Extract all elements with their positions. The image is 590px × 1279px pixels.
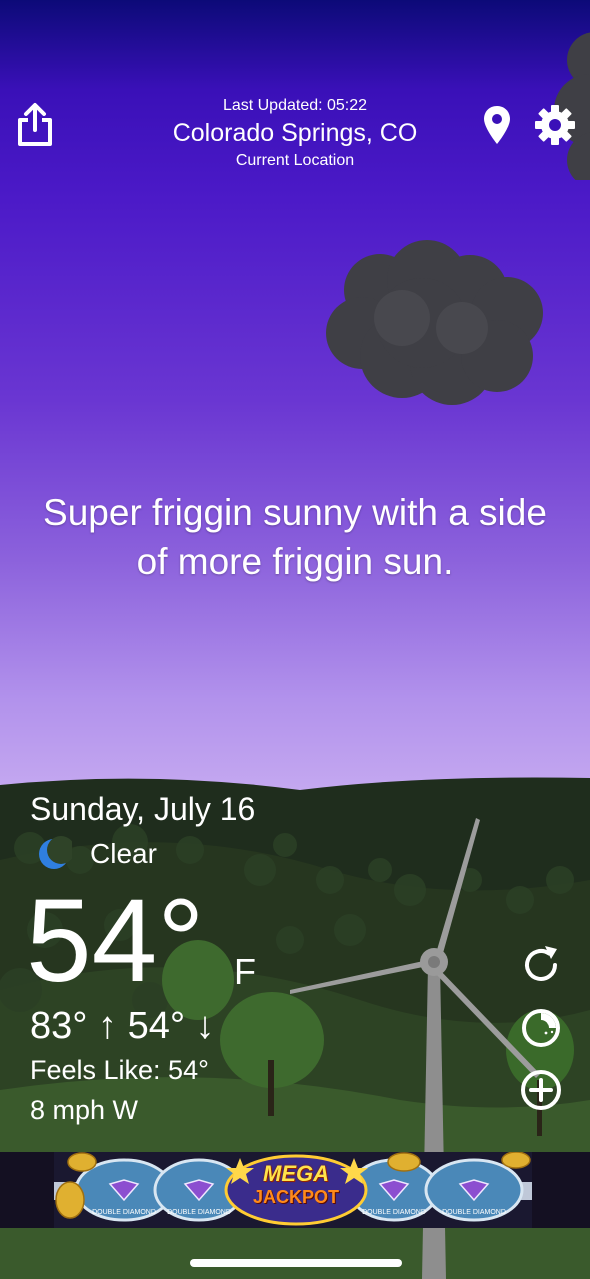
reel-label: DOUBLE DIAMOND bbox=[167, 1209, 231, 1216]
plus-circle-icon[interactable] bbox=[519, 1068, 563, 1112]
radar-icon[interactable] bbox=[519, 1006, 563, 1050]
last-updated-text: Last Updated: 05:22 bbox=[222, 97, 368, 114]
current-temperature: 54° bbox=[26, 875, 205, 1007]
current-date: Sunday, July 16 bbox=[30, 791, 256, 827]
edge-cloud bbox=[554, 32, 590, 180]
share-icon[interactable] bbox=[16, 102, 54, 148]
storm-cloud bbox=[326, 240, 543, 405]
city-name[interactable]: Colorado Springs, CO bbox=[95, 116, 495, 150]
ad-title: MEGA bbox=[263, 1161, 329, 1186]
wind-speed: 8 mph W bbox=[30, 1095, 139, 1125]
reel-label: DOUBLE DIAMOND bbox=[442, 1209, 506, 1216]
ad-banner[interactable]: DOUBLE DIAMOND DOUBLE DIAMOND DOUBLE DIAMO… bbox=[0, 1152, 590, 1228]
map-pin-icon[interactable] bbox=[482, 104, 512, 146]
refresh-icon[interactable] bbox=[519, 943, 563, 987]
reel-label: DOUBLE DIAMOND bbox=[92, 1209, 156, 1216]
location-label: Current Location bbox=[235, 152, 355, 169]
reel-label: DOUBLE DIAMOND bbox=[362, 1209, 426, 1216]
temperature-unit[interactable]: F bbox=[234, 950, 256, 994]
high-low-temperature: 83° ↑ 54° ↓ bbox=[30, 1005, 215, 1047]
condition-text: Clear bbox=[90, 838, 157, 869]
moon-icon bbox=[39, 836, 72, 869]
home-indicator[interactable] bbox=[190, 1259, 402, 1267]
feels-like: Feels Like: 54° bbox=[30, 1055, 209, 1085]
forecast-message: Super friggin sunny with a side of more … bbox=[43, 492, 547, 582]
ad-subtitle: JACKPOT bbox=[252, 1187, 339, 1207]
gear-icon[interactable] bbox=[534, 104, 576, 146]
location-header: Last Updated: 05:22 Colorado Springs, CO… bbox=[95, 96, 495, 172]
